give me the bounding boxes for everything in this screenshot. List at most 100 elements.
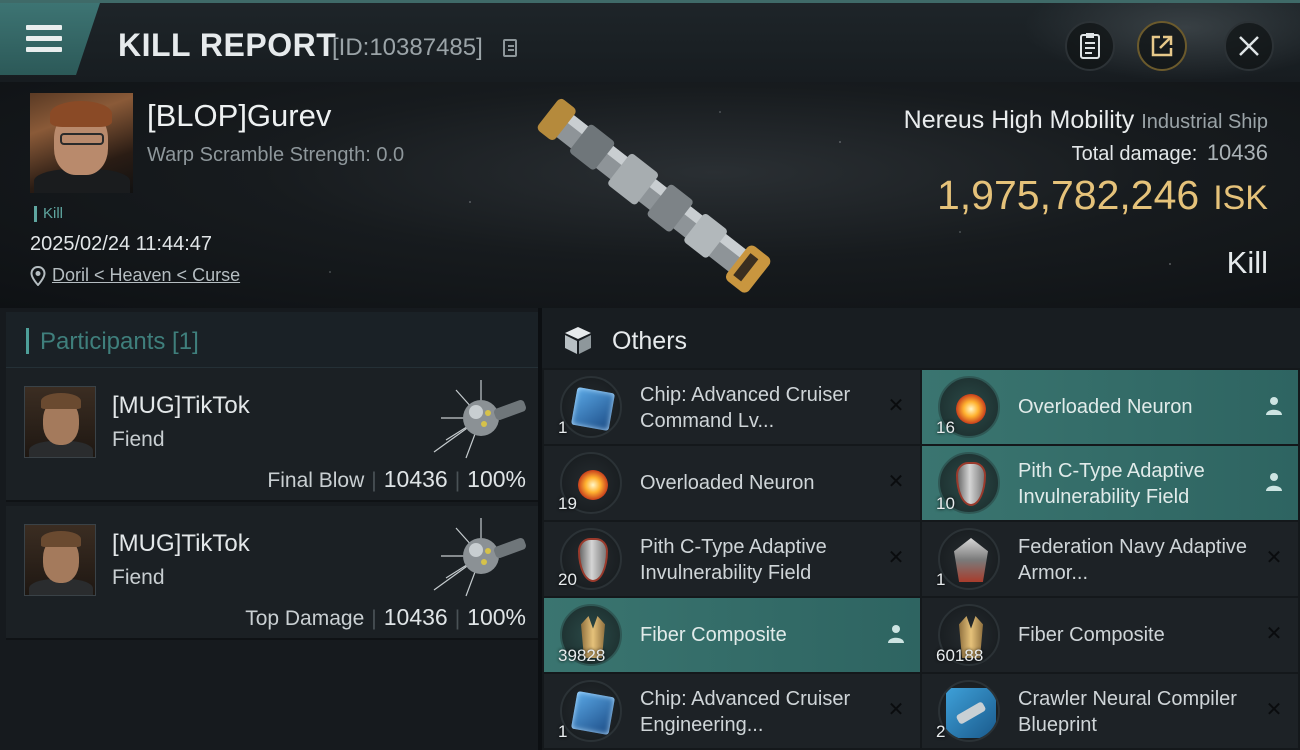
isk-value: 1,975,782,246 ISK bbox=[937, 172, 1268, 219]
item-name: Federation Navy Adaptive Armor... bbox=[1018, 536, 1248, 584]
item-slot[interactable]: 19 Overloaded Neuron ✕ bbox=[544, 446, 920, 520]
participants-title: Participants [1] bbox=[40, 328, 199, 355]
destroyed-icon: ✕ bbox=[1265, 623, 1283, 645]
item-slot[interactable]: 10 Pith C-Type Adaptive Invulnerability … bbox=[922, 446, 1298, 520]
item-quantity: 39828 bbox=[558, 646, 606, 665]
ship-image[interactable] bbox=[520, 90, 790, 300]
item-quantity: 20 bbox=[558, 570, 577, 589]
kill-summary: [BLOP]Gurev Warp Scramble Strength: 0.0 … bbox=[0, 82, 1300, 308]
participant-stats: Final Blow | 10436 | 100% bbox=[267, 466, 526, 492]
participant-damage: 10436 bbox=[383, 604, 448, 630]
victim-avatar[interactable] bbox=[30, 93, 133, 193]
participant-stats: Top Damage | 10436 | 100% bbox=[245, 604, 526, 630]
location-link[interactable]: Doril < Heaven < Curse bbox=[52, 265, 240, 286]
participant-role: Top Damage bbox=[245, 607, 365, 630]
item-name: Overloaded Neuron bbox=[640, 472, 815, 494]
isk-amount: 1,975,782,246 bbox=[936, 172, 1200, 218]
menu-button[interactable] bbox=[0, 3, 100, 75]
destroyed-icon: ✕ bbox=[1265, 699, 1283, 721]
participant-ship-image bbox=[433, 518, 526, 597]
item-slot[interactable]: 20 Pith C-Type Adaptive Invulnerability … bbox=[544, 522, 920, 596]
destroyed-icon: ✕ bbox=[887, 471, 905, 493]
item-name: Chip: Advanced Cruiser Command Lv... bbox=[640, 384, 851, 432]
report-button[interactable] bbox=[1065, 21, 1115, 71]
chip-icon bbox=[560, 376, 622, 438]
participant-ship: Fiend bbox=[112, 428, 165, 451]
participants-panel: Participants [1] [MUG]TikTok Fiend Final… bbox=[0, 308, 540, 750]
close-icon bbox=[1239, 36, 1259, 56]
copy-icon[interactable] bbox=[503, 39, 517, 57]
item-quantity: 1 bbox=[936, 570, 946, 589]
total-damage: Total damage: 10436 bbox=[1072, 140, 1268, 166]
armor-module-icon bbox=[938, 528, 1000, 590]
participant-avatar[interactable] bbox=[24, 386, 96, 458]
destroyed-icon: ✕ bbox=[887, 395, 905, 417]
destroyed-icon: ✕ bbox=[1265, 547, 1283, 569]
participant-percent: 100% bbox=[467, 604, 526, 630]
total-damage-label: Total damage: bbox=[1071, 143, 1198, 165]
kill-timestamp: 2025/02/24 11:44:47 bbox=[30, 233, 213, 255]
page-title: KILL REPORT bbox=[118, 27, 337, 63]
dropped-person-icon bbox=[1264, 396, 1284, 416]
item-name: Pith C-Type Adaptive Invulnerability Fie… bbox=[640, 536, 827, 584]
item-slot[interactable]: 39828 Fiber Composite bbox=[544, 598, 920, 672]
item-name: Crawler Neural Compiler Blueprint bbox=[1018, 688, 1237, 736]
item-name: Overloaded Neuron bbox=[1018, 396, 1193, 418]
close-button[interactable] bbox=[1224, 21, 1274, 71]
warp-scramble-strength: Warp Scramble Strength: 0.0 bbox=[147, 144, 405, 166]
item-name: Fiber Composite bbox=[640, 624, 787, 646]
item-name: Chip: Advanced Cruiser Engineering... bbox=[640, 688, 851, 736]
clipboard-icon bbox=[1080, 33, 1100, 59]
participant-role: Final Blow bbox=[267, 469, 365, 492]
kill-result: Kill bbox=[1226, 245, 1268, 280]
item-slot[interactable]: 2 Crawler Neural Compiler Blueprint ✕ bbox=[922, 674, 1298, 748]
ship-class: Industrial Ship bbox=[1141, 111, 1268, 133]
location: Doril < Heaven < Curse bbox=[30, 265, 240, 286]
item-slot[interactable]: 16 Overloaded Neuron bbox=[922, 370, 1298, 444]
item-quantity: 10 bbox=[936, 494, 955, 513]
total-damage-value: 10436 bbox=[1206, 140, 1268, 165]
hamburger-icon bbox=[26, 25, 62, 53]
item-slot[interactable]: 1 Chip: Advanced Cruiser Command Lv... ✕ bbox=[544, 370, 920, 444]
item-quantity: 19 bbox=[558, 494, 577, 513]
item-quantity: 1 bbox=[558, 418, 568, 437]
destroyed-icon: ✕ bbox=[887, 547, 905, 569]
share-button[interactable] bbox=[1137, 21, 1187, 71]
cube-icon bbox=[565, 327, 591, 354]
participant-name: [MUG]TikTok bbox=[112, 530, 250, 557]
blueprint-icon bbox=[938, 680, 1000, 742]
item-slot[interactable]: 1 Chip: Advanced Cruiser Engineering... … bbox=[544, 674, 920, 748]
participant-row[interactable]: [MUG]TikTok Fiend Top Damage | 10436 | 100% bbox=[6, 506, 538, 640]
isk-unit: ISK bbox=[1213, 179, 1268, 217]
destroyed-icon: ✕ bbox=[887, 699, 905, 721]
header-accent bbox=[26, 328, 29, 354]
others-panel: Others 1 Chip: Advanced Cruiser Command … bbox=[542, 308, 1300, 750]
item-quantity: 2 bbox=[936, 722, 946, 741]
item-slot[interactable]: 1 Federation Navy Adaptive Armor... ✕ bbox=[922, 522, 1298, 596]
kill-tag: Kill bbox=[34, 206, 63, 222]
item-quantity: 60188 bbox=[936, 646, 984, 665]
location-pin-icon bbox=[30, 265, 46, 286]
top-bar: KILL REPORT [ID:10387485] bbox=[0, 0, 1300, 85]
tab-participants[interactable]: Participants [1] bbox=[6, 312, 538, 368]
others-header: Others bbox=[542, 308, 1300, 368]
ship-name[interactable]: Nereus High Mobility Industrial Ship bbox=[904, 106, 1268, 135]
ship-type: Nereus High Mobility bbox=[903, 106, 1135, 134]
item-name: Pith C-Type Adaptive Invulnerability Fie… bbox=[1018, 460, 1205, 508]
participant-ship-image bbox=[433, 380, 526, 459]
dropped-person-icon bbox=[1264, 472, 1284, 492]
chip-icon bbox=[560, 680, 622, 742]
participant-percent: 100% bbox=[467, 466, 526, 492]
participant-row[interactable]: [MUG]TikTok Fiend Final Blow | 10436 | 100% bbox=[6, 368, 538, 502]
dropped-person-icon bbox=[886, 624, 906, 644]
participant-avatar[interactable] bbox=[24, 524, 96, 596]
item-quantity: 1 bbox=[558, 722, 568, 741]
share-icon bbox=[1151, 35, 1173, 57]
others-title: Others bbox=[612, 327, 688, 355]
item-slot[interactable]: 60188 Fiber Composite ✕ bbox=[922, 598, 1298, 672]
report-id: [ID:10387485] bbox=[332, 34, 483, 61]
item-name: Fiber Composite bbox=[1018, 624, 1165, 646]
participant-damage: 10436 bbox=[383, 466, 448, 492]
victim-name[interactable]: [BLOP]Gurev bbox=[147, 98, 331, 134]
item-quantity: 16 bbox=[936, 418, 955, 437]
